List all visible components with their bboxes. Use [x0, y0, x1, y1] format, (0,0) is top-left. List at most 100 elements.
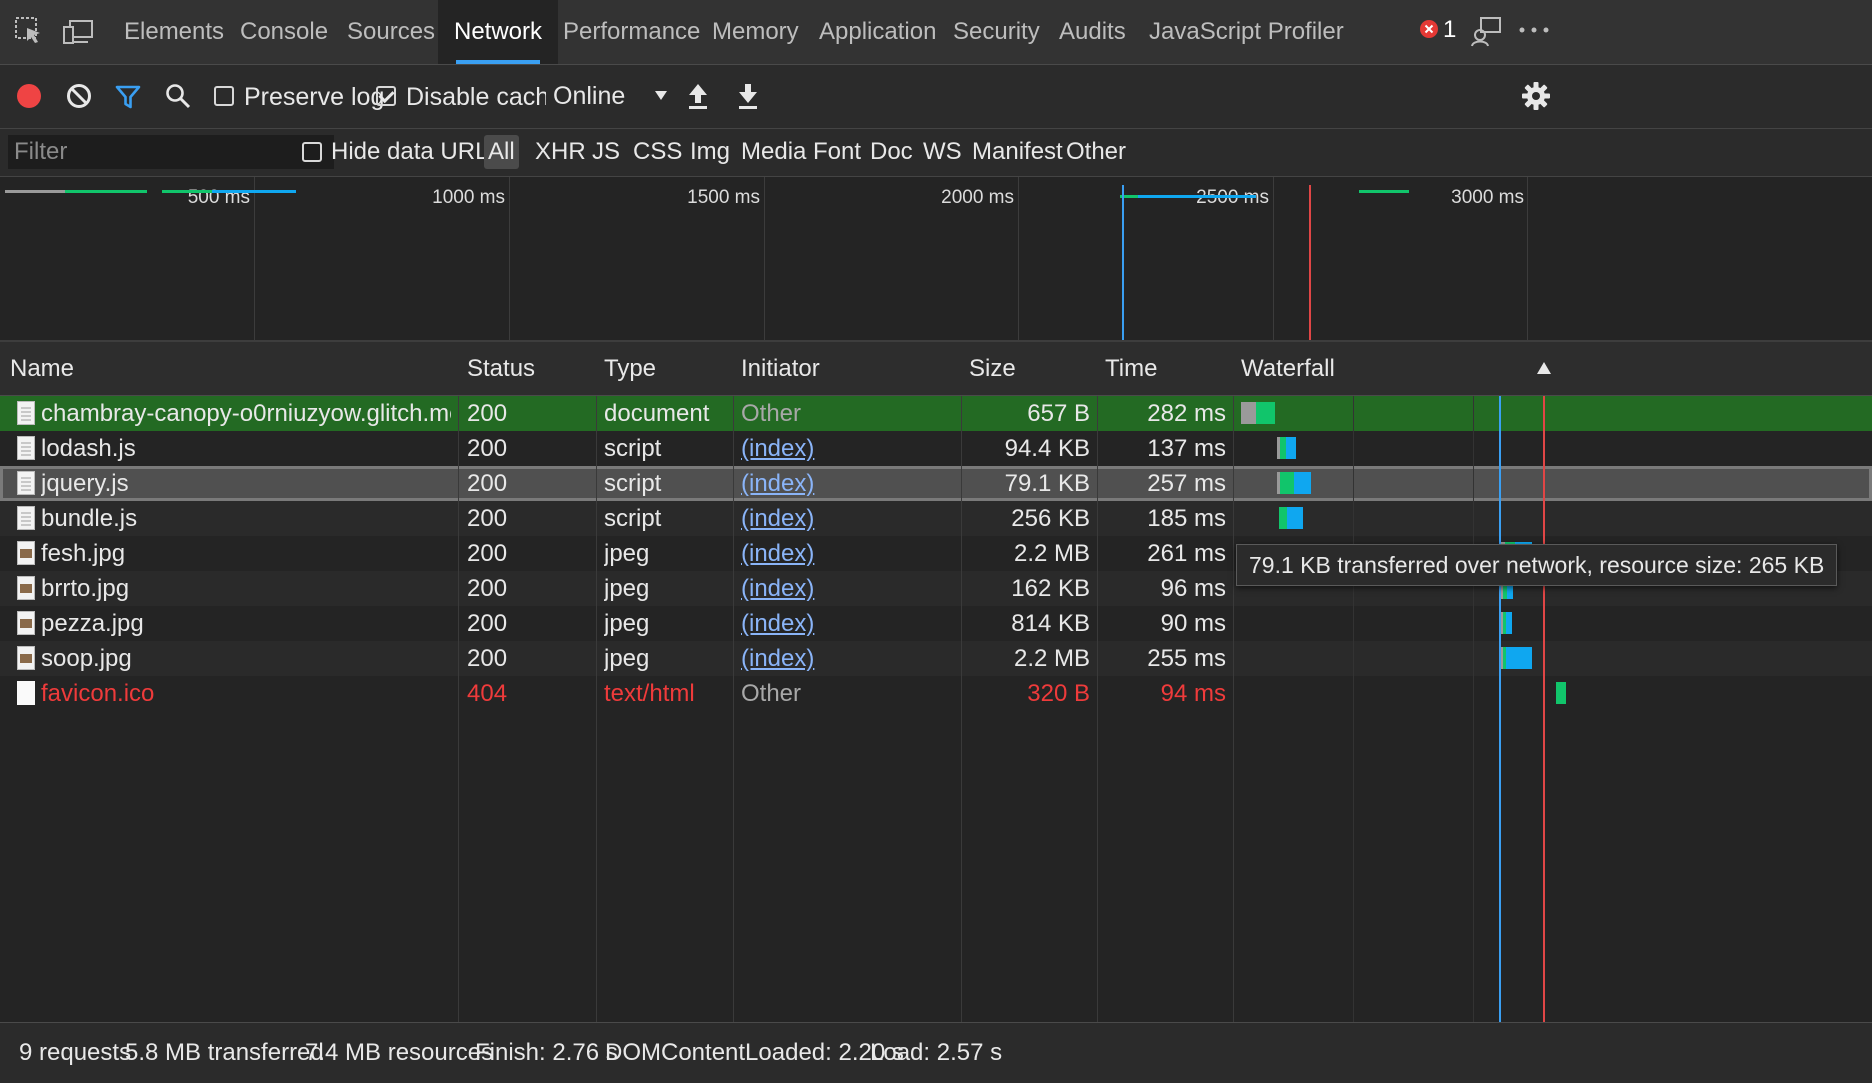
load-time: Load: 2.57 s — [870, 1039, 1003, 1066]
overview-tick-label: 2500 ms — [1196, 187, 1269, 208]
hide-data-urls-checkbox[interactable] — [302, 142, 322, 162]
filter-type-all[interactable]: All — [484, 135, 519, 169]
feedback-icon[interactable] — [1470, 14, 1504, 48]
column-divider — [961, 342, 962, 1022]
preserve-log-label[interactable]: Preserve log — [244, 82, 384, 112]
cell-initiator[interactable]: (index) — [741, 641, 951, 676]
table-row[interactable]: chambray-canopy-o0rniuzyow.glitch.me 200 d… — [0, 396, 1872, 431]
cell-type: jpeg — [604, 540, 650, 567]
hide-data-urls-label[interactable]: Hide data URLs — [327, 135, 504, 169]
column-header-waterfall[interactable]: Waterfall — [1241, 342, 1335, 395]
waterfall-load-line — [1543, 342, 1545, 1022]
cell-initiator[interactable]: (index) — [741, 501, 951, 536]
column-divider — [596, 342, 597, 1022]
cell-size: 2.2 MB — [1013, 645, 1090, 672]
waterfall-bar-segment — [1286, 437, 1296, 459]
error-count[interactable]: 1 — [1443, 16, 1456, 44]
record-icon[interactable] — [17, 84, 41, 108]
tab-audits[interactable]: Audits — [1059, 0, 1126, 64]
cell-name: soop.jpg — [41, 645, 132, 672]
throttling-select[interactable]: Online — [546, 75, 672, 117]
cell-time: 90 ms — [1160, 610, 1226, 637]
cell-name: lodash.js — [41, 435, 136, 462]
overview-tick-label: 3000 ms — [1451, 187, 1524, 208]
document-file-icon — [17, 681, 35, 705]
filter-type-other[interactable]: Other — [1062, 135, 1130, 169]
tab-sources[interactable]: Sources — [347, 0, 435, 64]
cell-status: 200 — [467, 610, 508, 637]
cell-time: 185 ms — [1147, 505, 1226, 532]
cell-type: jpeg — [604, 645, 650, 672]
filter-type-css[interactable]: CSS — [629, 135, 686, 169]
column-header-type[interactable]: Type — [604, 342, 656, 395]
sort-ascending-icon[interactable] — [1536, 361, 1552, 375]
search-icon[interactable] — [165, 83, 191, 109]
clear-icon[interactable] — [66, 83, 92, 109]
column-header-size[interactable]: Size — [969, 342, 1016, 395]
waterfall-bar-segment — [1294, 472, 1311, 494]
cell-status: 200 — [467, 540, 508, 567]
cell-time: 137 ms — [1147, 435, 1226, 462]
filter-input[interactable] — [8, 135, 334, 169]
filter-type-manifest[interactable]: Manifest — [968, 135, 1067, 169]
tab-application[interactable]: Application — [819, 0, 936, 64]
cell-size: 2.2 MB — [1013, 540, 1090, 567]
inspect-element-icon[interactable] — [14, 16, 44, 46]
import-har-icon[interactable] — [687, 82, 709, 110]
tab-console[interactable]: Console — [240, 0, 328, 64]
cell-initiator[interactable]: (index) — [741, 536, 951, 571]
filter-type-ws[interactable]: WS — [919, 135, 966, 169]
document-file-icon — [17, 471, 35, 495]
column-header-name[interactable]: Name — [10, 342, 74, 395]
cell-initiator[interactable]: (index) — [741, 466, 951, 501]
filter-type-img[interactable]: Img — [686, 135, 734, 169]
table-row[interactable]: soop.jpg 200 jpeg (index) 2.2 MB 255 ms — [0, 641, 1872, 676]
cell-status: 200 — [467, 435, 508, 462]
cell-initiator[interactable]: (index) — [741, 431, 951, 466]
filter-type-doc[interactable]: Doc — [866, 135, 917, 169]
column-header-time[interactable]: Time — [1105, 342, 1157, 395]
table-row[interactable]: pezza.jpg 200 jpeg (index) 814 KB 90 ms — [0, 606, 1872, 641]
cell-initiator[interactable]: (index) — [741, 571, 951, 606]
waterfall-bar-segment — [1280, 472, 1294, 494]
cell-initiator[interactable]: (index) — [741, 606, 951, 641]
tab-elements[interactable]: Elements — [124, 0, 224, 64]
cell-size: 162 KB — [1011, 575, 1090, 602]
tab-network[interactable]: Network — [438, 0, 559, 64]
filter-type-js[interactable]: JS — [588, 135, 624, 169]
filter-type-media[interactable]: Media — [737, 135, 810, 169]
export-har-icon[interactable] — [737, 82, 759, 110]
disable-cache-label[interactable]: Disable cache — [406, 82, 563, 112]
table-row[interactable]: favicon.ico 404 text/html Other 320 B 94 ms — [0, 676, 1872, 711]
resources-size: 7.4 MB resources — [305, 1039, 494, 1066]
tab-performance[interactable]: Performance — [563, 0, 700, 64]
preserve-log-checkbox[interactable] — [214, 86, 234, 106]
filter-type-font[interactable]: Font — [809, 135, 865, 169]
column-divider — [1097, 342, 1098, 1022]
overview-gridline — [509, 177, 510, 340]
device-toolbar-icon[interactable] — [62, 18, 94, 46]
tab-javascript-profiler[interactable]: JavaScript Profiler — [1149, 0, 1344, 64]
cell-name: favicon.ico — [41, 680, 155, 707]
column-header-initiator[interactable]: Initiator — [741, 342, 820, 395]
tab-security[interactable]: Security — [953, 0, 1040, 64]
document-file-icon — [17, 436, 35, 460]
table-row[interactable]: jquery.js 200 script (index) 79.1 KB 257 ms — [0, 466, 1872, 501]
cell-time: 94 ms — [1160, 680, 1226, 707]
timeline-overview[interactable]: 500 ms 1000 ms 1500 ms 2000 ms 2500 ms 3… — [0, 177, 1872, 342]
table-row[interactable]: lodash.js 200 script (index) 94.4 KB 137 ms — [0, 431, 1872, 466]
table-header: Name Status Type Initiator Size Time Wat… — [0, 342, 1872, 396]
error-icon[interactable] — [1420, 20, 1438, 38]
disable-cache-checkbox[interactable] — [376, 86, 396, 106]
cell-time: 257 ms — [1147, 470, 1226, 497]
image-file-icon — [17, 611, 35, 635]
cell-size: 94.4 KB — [1004, 435, 1090, 462]
settings-gear-icon[interactable] — [1521, 81, 1551, 111]
more-options-icon[interactable] — [1518, 26, 1550, 34]
column-header-status[interactable]: Status — [467, 342, 535, 395]
tab-memory[interactable]: Memory — [712, 0, 799, 64]
filter-type-xhr[interactable]: XHR — [531, 135, 590, 169]
filter-icon[interactable] — [115, 84, 141, 110]
transferred-size: 5.8 MB transferred — [125, 1039, 324, 1066]
table-row[interactable]: bundle.js 200 script (index) 256 KB 185 ms — [0, 501, 1872, 536]
